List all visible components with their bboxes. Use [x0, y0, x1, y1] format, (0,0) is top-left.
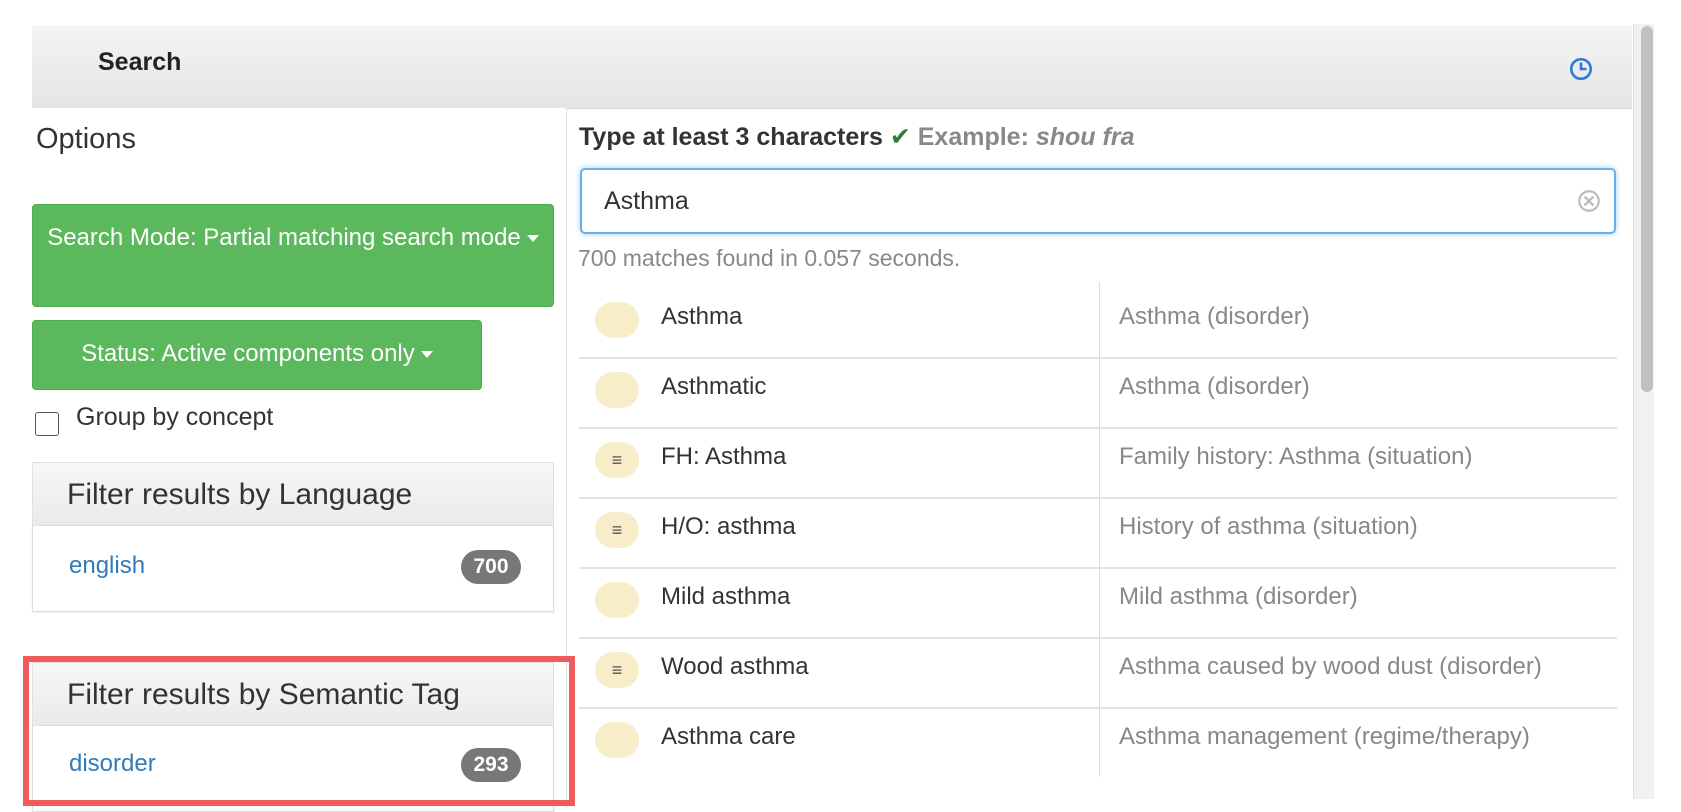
result-fsn: Asthma caused by wood dust (disorder)	[1119, 653, 1542, 680]
panel-title: Search	[98, 48, 182, 76]
hint-example-label: Example:	[917, 123, 1029, 151]
concept-status-icon: ≡	[595, 512, 639, 548]
options-title: Options	[36, 123, 136, 155]
column-divider	[1099, 282, 1100, 357]
search-hint: Type at least 3 characters ✔ Example: sh…	[579, 122, 1134, 152]
result-row[interactable]: ≡ FH: Asthma Family history: Asthma (sit…	[579, 422, 1617, 499]
result-row[interactable]: Asthma Asthma (disorder)	[579, 282, 1617, 359]
status-label: Status: Active components only	[81, 340, 415, 367]
concept-status-icon	[595, 722, 639, 758]
result-term: FH: Asthma	[661, 443, 787, 470]
concept-status-icon	[595, 302, 639, 338]
column-divider	[1099, 492, 1100, 567]
search-mode-dropdown-button[interactable]: Search Mode: Partial matching search mod…	[32, 204, 554, 307]
result-row[interactable]: Asthmatic Asthma (disorder)	[579, 352, 1617, 429]
result-row[interactable]: ≡ H/O: asthma History of asthma (situati…	[579, 492, 1617, 569]
hint-example: Example: shou fra	[918, 123, 1135, 151]
result-term: Wood asthma	[661, 653, 809, 680]
concept-status-icon	[595, 582, 639, 618]
count-badge: 700	[461, 550, 521, 584]
search-input[interactable]	[602, 180, 1546, 222]
filter-language-english-link[interactable]: english	[69, 552, 145, 580]
column-divider	[1099, 702, 1100, 777]
result-fsn: Asthma management (regime/therapy)	[1119, 723, 1530, 750]
concept-status-icon: ≡	[595, 442, 639, 478]
concept-status-icon: ≡	[595, 652, 639, 688]
result-fsn: Asthma (disorder)	[1119, 373, 1310, 400]
check-icon: ✔	[889, 123, 911, 151]
result-fsn: Mild asthma (disorder)	[1119, 583, 1358, 610]
history-clock-icon[interactable]	[1568, 56, 1594, 82]
result-fsn: Asthma (disorder)	[1119, 303, 1310, 330]
search-mode-label: Search Mode: Partial matching search mod…	[47, 224, 521, 251]
result-term: Asthmatic	[661, 373, 767, 400]
match-count-status: 700 matches found in 0.057 seconds.	[578, 245, 961, 271]
concept-status-icon	[595, 372, 639, 408]
result-row[interactable]: Mild asthma Mild asthma (disorder)	[579, 562, 1617, 639]
hint-main-text: Type at least 3 characters	[579, 123, 883, 151]
highlight-annotation-box	[23, 656, 575, 806]
result-fsn: Family history: Asthma (situation)	[1119, 443, 1473, 470]
result-row[interactable]: Asthma care Asthma management (regime/th…	[579, 702, 1617, 777]
column-divider	[1099, 352, 1100, 427]
result-term: Asthma	[661, 303, 743, 330]
search-panel-header: Search	[32, 26, 1632, 109]
filter-language-heading: Filter results by Language	[32, 462, 554, 526]
search-field[interactable]	[580, 168, 1616, 234]
result-fsn: History of asthma (situation)	[1119, 513, 1418, 540]
hint-example-value: shou fra	[1035, 123, 1135, 151]
result-term: Asthma care	[661, 723, 796, 750]
clear-search-icon[interactable]	[1576, 188, 1602, 214]
filter-language-list: english 700	[32, 526, 554, 612]
caret-down-icon	[420, 351, 433, 359]
result-term: H/O: asthma	[661, 513, 796, 540]
scrollbar-thumb[interactable]	[1641, 26, 1653, 392]
column-divider	[1099, 632, 1100, 707]
group-by-concept-checkbox[interactable]	[35, 412, 59, 436]
result-term: Mild asthma	[661, 583, 791, 610]
group-by-concept-label: Group by concept	[76, 403, 274, 431]
column-divider	[1099, 562, 1100, 637]
status-dropdown-button[interactable]: Status: Active components only	[32, 320, 482, 390]
caret-down-icon	[526, 235, 539, 243]
column-divider	[1099, 422, 1100, 497]
result-row[interactable]: ≡ Wood asthma Asthma caused by wood dust…	[579, 632, 1617, 709]
